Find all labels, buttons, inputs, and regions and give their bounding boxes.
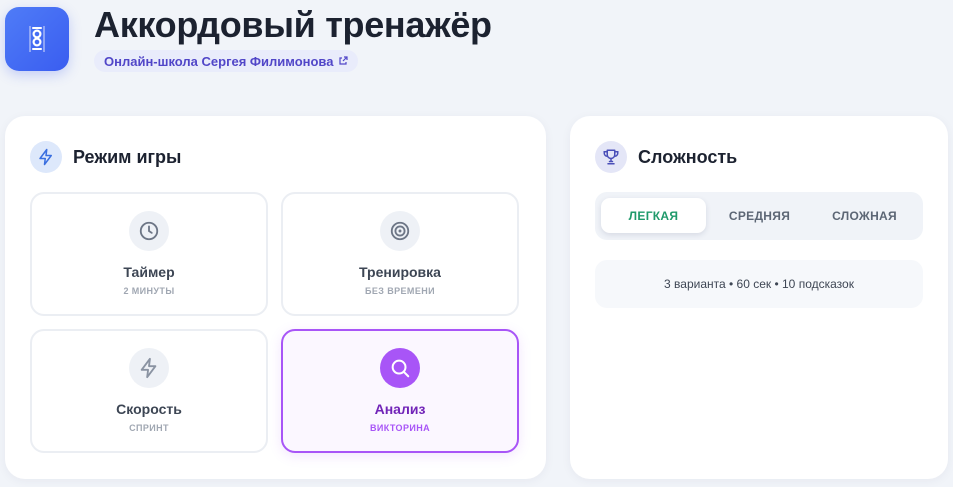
mode-speed-button[interactable]: Скорость СПРИНТ: [30, 329, 268, 453]
search-icon: [380, 348, 420, 388]
guitar-fretboard-icon: [29, 26, 45, 52]
game-mode-title: Режим игры: [73, 146, 182, 167]
mode-subtitle: ВИКТОРИНА: [369, 423, 431, 433]
game-mode-header: Режим игры: [30, 141, 181, 173]
mode-name: Тренировка: [359, 264, 441, 280]
app-logo: [5, 7, 69, 71]
school-link[interactable]: Онлайн-школа Сергея Филимонова: [94, 50, 359, 72]
mode-name: Скорость: [116, 401, 182, 417]
lightning-icon: [30, 141, 62, 173]
difficulty-header: Сложность: [595, 141, 737, 173]
app-title: Аккордовый тренажёр: [94, 4, 492, 45]
difficulty-selector: ЛЕГКАЯ СРЕДНЯЯ СЛОЖНАЯ: [595, 192, 923, 240]
mode-subtitle: БЕЗ ВРЕМЕНИ: [365, 286, 435, 296]
mode-subtitle: СПРИНТ: [129, 423, 169, 433]
difficulty-title: Сложность: [638, 146, 738, 167]
mode-timer-button[interactable]: Таймер 2 МИНУТЫ: [30, 192, 268, 316]
game-mode-panel: Режим игры Таймер 2 МИНУТЫ Тренировка БЕ…: [5, 116, 546, 479]
mode-analysis-button[interactable]: Анализ ВИКТОРИНА: [281, 329, 519, 453]
difficulty-summary: 3 варианта • 60 сек • 10 подсказок: [595, 260, 923, 308]
mode-name: Анализ: [374, 401, 426, 417]
school-link-label: Онлайн-школа Сергея Филимонова: [104, 53, 334, 69]
trophy-icon: [595, 141, 627, 173]
mode-name: Таймер: [123, 264, 175, 280]
clock-icon: [129, 211, 169, 251]
external-link-icon: [339, 56, 349, 65]
difficulty-medium-button[interactable]: СРЕДНЯЯ: [707, 198, 812, 233]
difficulty-easy-button[interactable]: ЛЕГКАЯ: [601, 198, 706, 233]
mode-subtitle: 2 МИНУТЫ: [123, 286, 175, 296]
difficulty-panel: Сложность ЛЕГКАЯ СРЕДНЯЯ СЛОЖНАЯ 3 вариа…: [570, 116, 948, 479]
target-icon: [380, 211, 420, 251]
difficulty-hard-button[interactable]: СЛОЖНАЯ: [812, 198, 917, 233]
lightning-icon: [129, 348, 169, 388]
mode-training-button[interactable]: Тренировка БЕЗ ВРЕМЕНИ: [281, 192, 519, 316]
